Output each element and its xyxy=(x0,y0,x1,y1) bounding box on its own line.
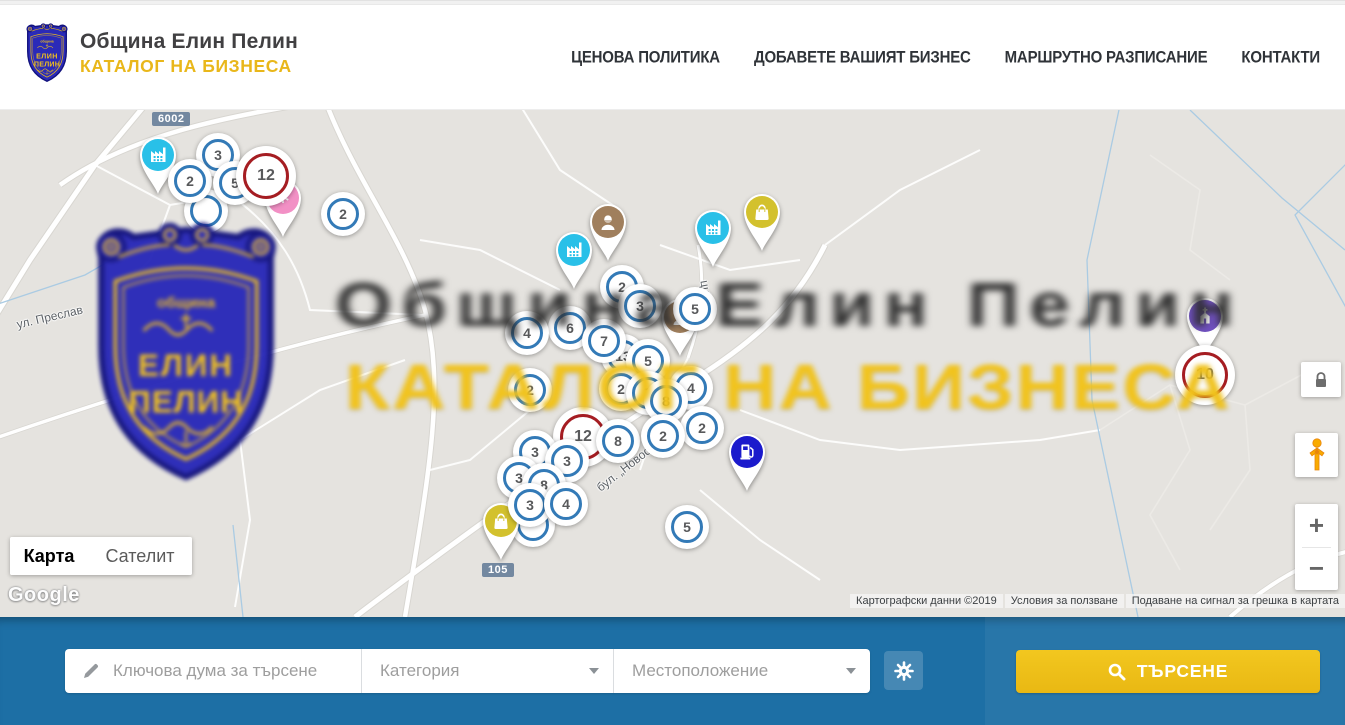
cluster-marker[interactable]: 4 xyxy=(544,482,588,526)
search-submit-button[interactable]: ТЪРСЕНЕ xyxy=(1016,650,1320,693)
marker-layer: 3251222313564752274812822333834510 xyxy=(0,110,1345,617)
cluster-marker[interactable]: 2 xyxy=(168,159,212,203)
cluster-marker[interactable]: 2 xyxy=(508,368,552,412)
search-fields-bar: Категория Местоположение xyxy=(65,649,870,693)
category-select-label: Категория xyxy=(380,661,459,681)
location-select-label: Местоположение xyxy=(632,661,768,681)
shopping-bag-pin[interactable] xyxy=(738,191,786,253)
street-view-pegman[interactable] xyxy=(1295,433,1338,477)
cluster-marker[interactable]: 5 xyxy=(673,287,717,331)
lock-icon xyxy=(1313,371,1329,389)
google-logo[interactable]: Google xyxy=(8,584,80,607)
search-icon xyxy=(1108,663,1126,681)
map-type-satellite-button[interactable]: Сателит xyxy=(88,537,192,575)
factory-pin[interactable] xyxy=(689,207,737,269)
attribution-report-link[interactable]: Подаване на сигнал за грешка в картата xyxy=(1126,594,1345,608)
google-map[interactable]: 6002105ул. Преславбул. „Новоселци“ 32512… xyxy=(0,110,1345,617)
municipality-crest-logo xyxy=(24,22,70,84)
cluster-marker[interactable]: 7 xyxy=(582,319,626,363)
attribution-copyright: Картографски данни ©2019 xyxy=(850,594,1003,608)
nav-item-route-schedule[interactable]: МАРШРУТНО РАЗПИСАНИЕ xyxy=(1005,48,1208,66)
search-button-label: ТЪРСЕНЕ xyxy=(1137,661,1228,682)
pencil-icon xyxy=(81,661,101,681)
brand[interactable]: Община Елин Пелин КАТАЛОГ НА БИЗНЕСА xyxy=(24,22,298,84)
cluster-marker[interactable]: 5 xyxy=(665,505,709,549)
fuel-pin[interactable] xyxy=(723,431,771,493)
main-nav: ЦЕНОВА ПОЛИТИКА ДОБАВЕТЕ ВАШИЯТ БИЗНЕС М… xyxy=(571,5,1320,110)
site-header: Община Елин Пелин КАТАЛОГ НА БИЗНЕСА ЦЕН… xyxy=(0,5,1345,110)
lock-control[interactable] xyxy=(1301,362,1341,397)
zoom-control: + − xyxy=(1295,504,1338,590)
zoom-in-button[interactable]: + xyxy=(1295,504,1338,547)
cluster-marker[interactable]: 10 xyxy=(1175,345,1235,405)
category-select[interactable]: Категория xyxy=(361,649,613,693)
map-attribution: Картографски данни ©2019 Условия за полз… xyxy=(850,594,1345,608)
advanced-settings-button[interactable] xyxy=(884,651,923,690)
cluster-marker[interactable]: 4 xyxy=(505,311,549,355)
location-select[interactable]: Местоположение xyxy=(613,649,870,693)
nav-item-add-business[interactable]: ДОБАВЕТЕ ВАШИЯТ БИЗНЕС xyxy=(754,48,971,66)
zoom-out-button[interactable]: − xyxy=(1295,547,1338,590)
site-title: Община Елин Пелин xyxy=(80,30,298,54)
chevron-down-icon xyxy=(589,668,599,674)
cluster-marker[interactable]: 2 xyxy=(680,406,724,450)
factory-pin[interactable] xyxy=(550,229,598,291)
map-type-map-button[interactable]: Карта xyxy=(10,537,88,575)
gear-icon xyxy=(894,661,914,681)
chevron-down-icon xyxy=(846,668,856,674)
map-type-control: Карта Сателит xyxy=(10,537,192,575)
site-subtitle: КАТАЛОГ НА БИЗНЕСА xyxy=(80,56,298,77)
keyword-search-input[interactable] xyxy=(113,661,349,681)
nav-item-contacts[interactable]: КОНТАКТИ xyxy=(1241,48,1320,66)
pegman-icon xyxy=(1306,438,1328,472)
cluster-marker[interactable]: 2 xyxy=(641,414,685,458)
nav-item-pricing[interactable]: ЦЕНОВА ПОЛИТИКА xyxy=(571,48,720,66)
search-bar: Категория Местоположение ТЪРСЕНЕ xyxy=(0,617,1345,725)
keyword-field-wrap xyxy=(65,649,361,693)
cluster-marker[interactable]: 3 xyxy=(618,284,662,328)
attribution-terms-link[interactable]: Условия за ползване xyxy=(1005,594,1124,608)
cluster-marker[interactable]: 8 xyxy=(596,419,640,463)
cluster-marker[interactable]: 12 xyxy=(236,146,296,206)
cluster-marker[interactable]: 2 xyxy=(321,192,365,236)
